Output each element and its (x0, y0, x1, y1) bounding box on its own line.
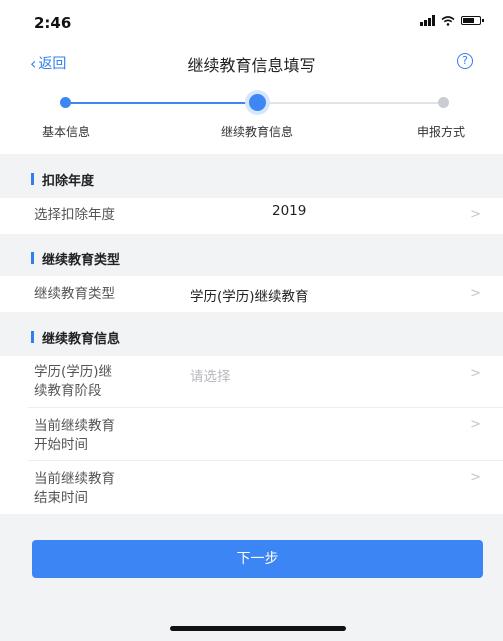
row-label-line2: 开始时间 (34, 437, 88, 453)
row-label: 学历(学历)继 续教育阶段 (34, 363, 112, 401)
education-stage-placeholder: 请选择 (190, 369, 231, 385)
row-label-line1: 当前继续教育 (34, 418, 115, 434)
row-label-line1: 当前继续教育 (34, 471, 115, 487)
section-title: 继续教育信息 (42, 332, 121, 347)
section-title: 扣除年度 (42, 174, 95, 189)
section-marker (31, 252, 34, 264)
section-deduction-year: 扣除年度 (0, 160, 503, 198)
chevron-right-icon: > (470, 417, 481, 432)
step-track-progress (70, 102, 258, 104)
step-dot-basic-info (60, 97, 71, 108)
step-label-basic-info: 基本信息 (41, 125, 90, 139)
step-label-filing-method: 申报方式 (416, 125, 465, 139)
start-time-row[interactable]: 当前继续教育 开始时间 > (0, 408, 503, 461)
status-time: 2:46 (34, 14, 72, 32)
status-bar: 2:46 (0, 0, 503, 40)
section-title: 继续教育类型 (42, 253, 121, 268)
row-label: 当前继续教育 结束时间 (34, 470, 115, 508)
help-icon[interactable]: ? (457, 53, 473, 69)
row-label: 继续教育类型 (34, 286, 115, 302)
row-label: 选择扣除年度 (34, 207, 115, 223)
row-label-line1: 学历(学历)继 (34, 364, 113, 380)
section-marker (31, 173, 34, 185)
chevron-right-icon: > (470, 366, 481, 381)
row-label-line2: 续教育阶段 (34, 383, 102, 399)
next-step-button[interactable]: 下一步 (32, 540, 483, 578)
wifi-icon (441, 15, 455, 26)
step-label-education-info: 继续教育信息 (220, 125, 293, 139)
chevron-right-icon: > (470, 286, 481, 301)
page-title: 继续教育信息填写 (187, 56, 316, 75)
row-label-line2: 结束时间 (34, 490, 88, 506)
section-marker (31, 331, 34, 343)
chevron-right-icon: > (470, 470, 481, 485)
signal-icon (420, 15, 435, 26)
nav-bar: ‹ 返回 继续教育信息填写 ? (0, 40, 503, 84)
home-indicator (170, 626, 346, 631)
education-stage-row[interactable]: 学历(学历)继 续教育阶段 请选择 > (0, 356, 503, 408)
battery-icon (461, 16, 484, 25)
education-type-value: 学历(学历)继续教育 (190, 289, 309, 305)
deduction-year-value: 2019 (272, 203, 307, 219)
phone-screen: 2:46 ‹ 返回 继续教育信息填写 ? 基本信息 继续教育信息 申报方式 扣除… (0, 0, 503, 641)
step-dot-filing-method (438, 97, 449, 108)
section-education-info: 继续教育信息 (0, 318, 503, 356)
section-education-type: 继续教育类型 (0, 239, 503, 277)
progress-steps: 基本信息 继续教育信息 申报方式 (0, 84, 503, 154)
deduction-year-row[interactable]: 选择扣除年度 2019 > (0, 198, 503, 234)
chevron-right-icon: > (470, 207, 481, 222)
system-icons (420, 15, 484, 26)
row-label: 当前继续教育 开始时间 (34, 417, 115, 455)
end-time-row[interactable]: 当前继续教育 结束时间 > (0, 461, 503, 514)
education-type-row[interactable]: 继续教育类型 学历(学历)继续教育 > (0, 276, 503, 312)
step-dot-education-info (249, 94, 266, 111)
